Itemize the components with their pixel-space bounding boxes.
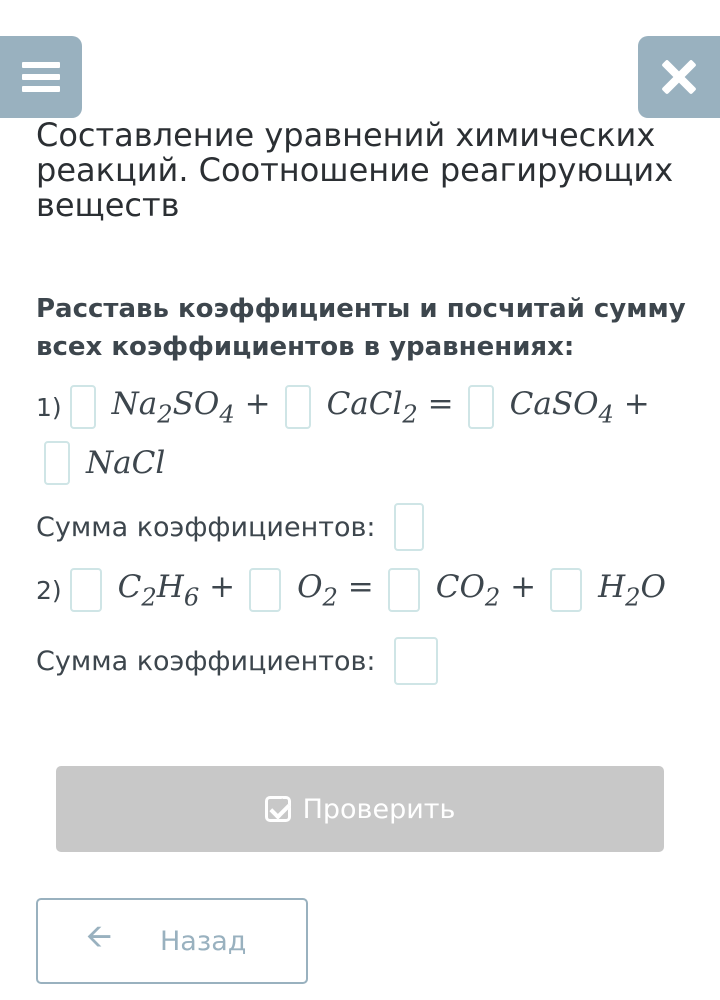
formula-term: H2O <box>598 568 666 612</box>
coefficient-input[interactable] <box>467 385 494 429</box>
sum-input[interactable] <box>393 637 438 685</box>
menu-button[interactable] <box>0 36 82 118</box>
check-button[interactable]: Проверить <box>56 766 664 852</box>
equation-2: 2) C2H6 + O2 = CO2 + H2O <box>36 565 666 615</box>
coefficient-input[interactable] <box>387 568 420 612</box>
hamburger-menu-icon <box>22 62 60 92</box>
equation-1-continued: NaCl <box>44 438 165 488</box>
sum-label: Сумма коэффициентов: <box>36 645 376 677</box>
coefficient-input[interactable] <box>69 568 102 612</box>
sum-row-1: Сумма коэффициентов: <box>36 502 424 552</box>
coefficient-input[interactable] <box>44 441 70 485</box>
formula-term: CaCl2 = <box>326 385 454 429</box>
formula-term: CO2 + <box>435 568 537 612</box>
coefficient-input[interactable] <box>249 568 282 612</box>
close-button[interactable] <box>638 36 720 118</box>
arrow-left-icon: 🡨 <box>86 917 112 955</box>
equation-number: 2) <box>36 575 62 605</box>
back-button[interactable]: 🡨 Назад <box>36 898 308 984</box>
formula-term: CaSO4 + <box>509 385 650 429</box>
sum-row-2: Сумма коэффициентов: <box>36 636 438 686</box>
formula-term: Na2SO4 + <box>111 385 271 429</box>
check-button-label: Проверить <box>302 793 456 825</box>
checkbox-check-icon <box>264 796 291 822</box>
coefficient-input[interactable] <box>550 568 583 612</box>
formula-term: C2H6 + <box>117 568 236 612</box>
coefficient-input[interactable] <box>284 385 311 429</box>
page-title: Составление уравнений химических реакций… <box>36 116 674 224</box>
equation-1: 1) Na2SO4 + CaCl2 = CaSO4 + <box>36 382 650 432</box>
formula-term: O2 = <box>297 568 374 612</box>
equation-number: 1) <box>36 392 62 422</box>
task-instruction: Расставь коэффициенты и посчитай сумму в… <box>36 294 686 362</box>
formula-term: NaCl <box>86 445 166 481</box>
back-button-label: Назад <box>159 925 247 957</box>
sum-input[interactable] <box>393 503 424 551</box>
close-x-icon <box>662 60 696 94</box>
sum-label: Сумма коэффициентов: <box>36 511 376 543</box>
coefficient-input[interactable] <box>69 385 96 429</box>
